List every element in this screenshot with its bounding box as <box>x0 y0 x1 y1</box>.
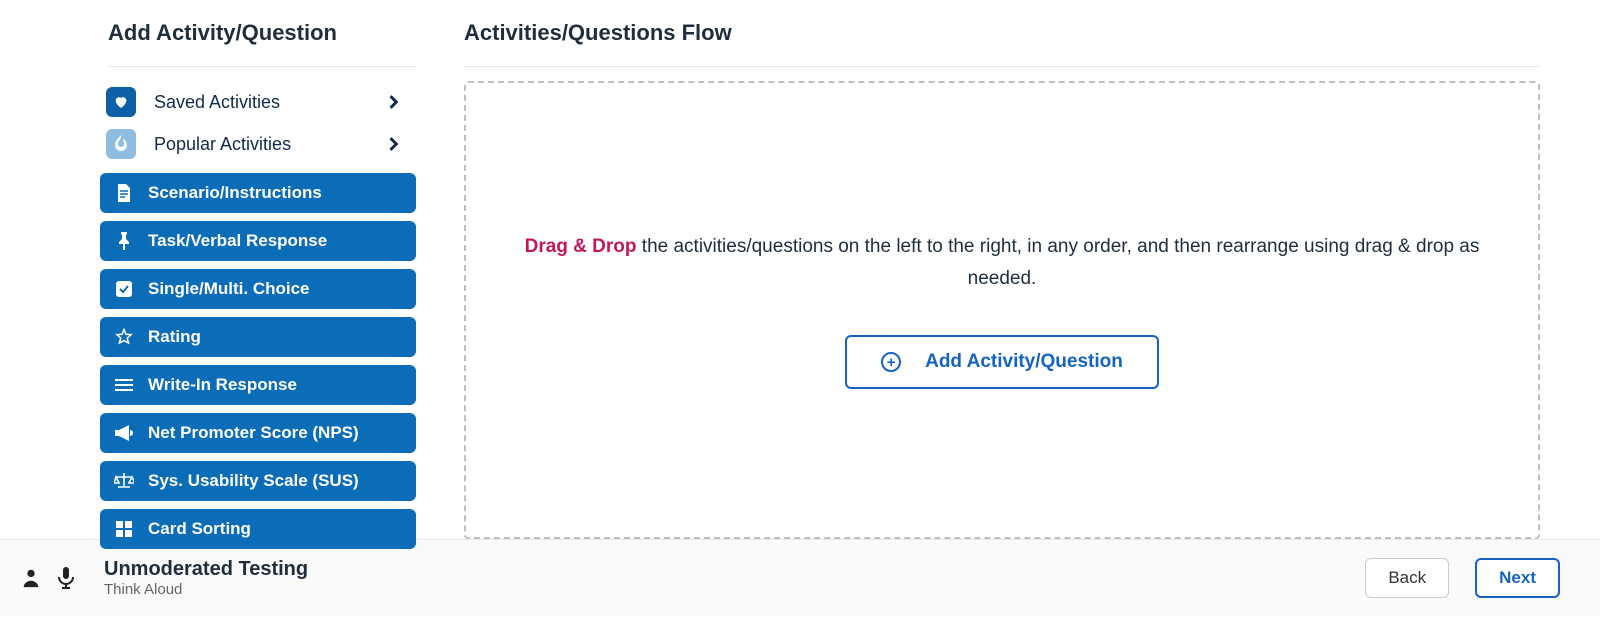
activity-label: Task/Verbal Response <box>148 231 327 251</box>
add-activity-title: Add Activity/Question <box>108 20 416 67</box>
activity-write-in[interactable]: Write-In Response <box>100 365 416 405</box>
footer-title: Unmoderated Testing <box>104 558 308 581</box>
category-label: Saved Activities <box>154 92 280 113</box>
activity-label: Rating <box>148 327 201 347</box>
add-activity-button-label: Add Activity/Question <box>925 351 1123 373</box>
plus-circle-icon: + <box>881 352 901 372</box>
category-saved-activities[interactable]: Saved Activities <box>100 81 416 123</box>
mic-icon <box>56 566 76 590</box>
activity-single-multi-choice[interactable]: Single/Multi. Choice <box>100 269 416 309</box>
dropzone-rest: the activities/questions on the left to … <box>637 236 1480 289</box>
person-icon <box>20 567 42 589</box>
activity-sus[interactable]: Sys. Usability Scale (SUS) <box>100 461 416 501</box>
category-label: Popular Activities <box>154 134 291 155</box>
activity-label: Sys. Usability Scale (SUS) <box>148 471 359 491</box>
footer-bar: Unmoderated Testing Think Aloud Back Nex… <box>0 540 1600 616</box>
flow-title: Activities/Questions Flow <box>464 20 1540 67</box>
add-activity-button[interactable]: + Add Activity/Question <box>845 335 1159 389</box>
category-popular-activities[interactable]: Popular Activities <box>100 123 416 165</box>
flow-dropzone[interactable]: Drag & Drop the activities/questions on … <box>464 81 1540 539</box>
back-button[interactable]: Back <box>1365 558 1449 598</box>
lines-icon <box>114 378 134 392</box>
grid-icon <box>114 521 134 537</box>
activity-label: Single/Multi. Choice <box>148 279 310 299</box>
flame-icon <box>106 129 136 159</box>
activity-label: Net Promoter Score (NPS) <box>148 423 359 443</box>
scale-icon <box>114 473 134 489</box>
pin-icon <box>114 232 134 250</box>
footer-subtitle: Think Aloud <box>104 581 308 598</box>
next-button[interactable]: Next <box>1475 558 1560 598</box>
activity-card-sorting[interactable]: Card Sorting <box>100 509 416 549</box>
add-activity-panel: Add Activity/Question Saved Activities P… <box>0 0 440 539</box>
activity-scenario-instructions[interactable]: Scenario/Instructions <box>100 173 416 213</box>
activity-label: Card Sorting <box>148 519 251 539</box>
flow-panel: Activities/Questions Flow Drag & Drop th… <box>440 0 1600 539</box>
doc-icon <box>114 184 134 202</box>
back-button-label: Back <box>1388 568 1426 588</box>
star-icon <box>114 328 134 346</box>
chevron-right-icon <box>388 95 400 109</box>
activity-nps[interactable]: Net Promoter Score (NPS) <box>100 413 416 453</box>
activity-label: Scenario/Instructions <box>148 183 322 203</box>
chevron-right-icon <box>388 137 400 151</box>
check-icon <box>114 280 134 298</box>
dropzone-emphasis: Drag & Drop <box>525 236 637 257</box>
activity-rating[interactable]: Rating <box>100 317 416 357</box>
megaphone-icon <box>114 425 134 441</box>
footer-text: Unmoderated Testing Think Aloud <box>104 558 308 598</box>
dropzone-instruction: Drag & Drop the activities/questions on … <box>506 231 1498 296</box>
next-button-label: Next <box>1499 568 1536 588</box>
activity-list: Scenario/Instructions Task/Verbal Respon… <box>100 173 416 549</box>
activity-label: Write-In Response <box>148 375 297 395</box>
heart-icon <box>106 87 136 117</box>
activity-task-verbal[interactable]: Task/Verbal Response <box>100 221 416 261</box>
